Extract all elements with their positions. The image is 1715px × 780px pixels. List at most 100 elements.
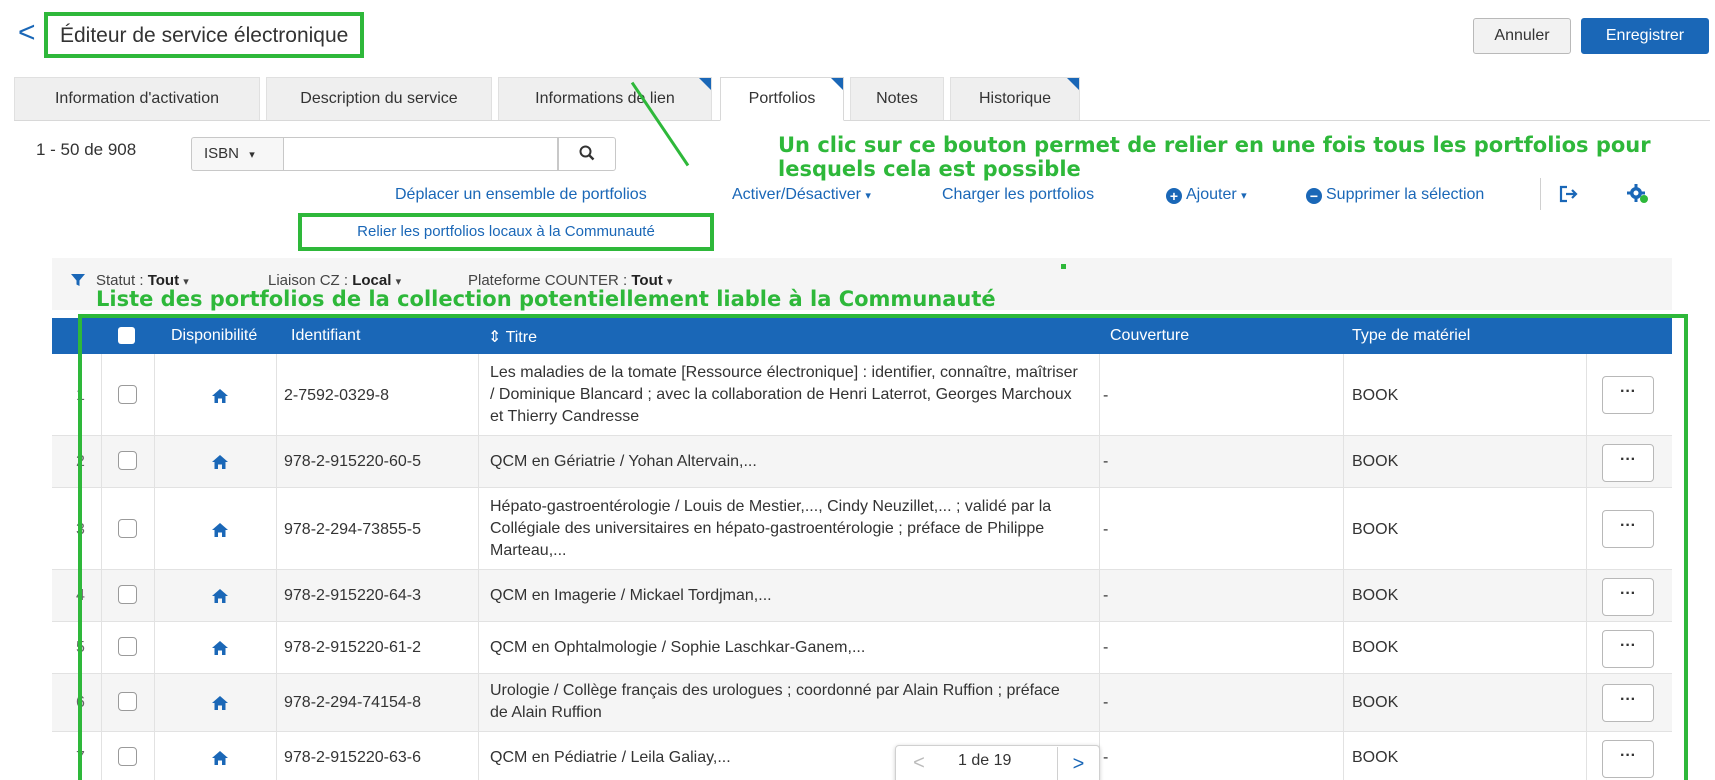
minus-circle-icon: − [1306,188,1322,204]
table-row[interactable]: 7 978-2-915220-63-6 QCM en Pédiatrie / L… [52,732,1672,780]
save-button[interactable]: Enregistrer [1581,18,1709,54]
row-identifier: 978-2-294-73855-5 [284,521,421,538]
result-count: 1 - 50 de 908 [36,140,137,159]
col-identifier[interactable]: Identifiant [291,327,360,345]
tab-notes[interactable]: Notes [850,77,944,120]
row-checkbox[interactable] [118,692,137,711]
col-availability[interactable]: Disponibilité [171,327,257,345]
row-title[interactable]: Les maladies de la tomate [Ressource éle… [490,362,1080,428]
export-icon[interactable] [1558,184,1580,208]
tab-activation[interactable]: Information d'activation [14,77,260,120]
row-number: 7 [76,749,85,766]
row-number: 2 [76,453,85,470]
chevron-down-icon: ▾ [249,149,255,161]
row-identifier: 978-2-294-74154-8 [284,694,421,711]
page-title: Éditeur de service électronique [44,12,365,58]
row-actions-button[interactable]: ··· [1602,684,1654,722]
row-checkbox[interactable] [118,637,137,656]
tab-description[interactable]: Description du service [266,77,492,120]
delete-selection-link[interactable]: − Supprimer la sélection [1306,186,1484,204]
row-material-type: BOOK [1352,587,1399,604]
toolbar-divider [1540,178,1541,210]
select-all-checkbox[interactable] [118,327,135,344]
row-checkbox[interactable] [118,519,137,538]
row-checkbox[interactable] [118,451,137,470]
row-number: 5 [76,639,85,656]
tab-label: Notes [876,90,918,107]
note-corner-icon [1067,78,1079,90]
row-identifier: 2-7592-0329-8 [284,387,389,404]
search-button[interactable] [558,137,616,171]
move-portfolios-link[interactable]: Déplacer un ensemble de portfolios [395,186,647,204]
prev-page-icon[interactable]: < [897,752,941,775]
row-identifier: 978-2-915220-63-6 [284,749,421,766]
row-title[interactable]: QCM en Ophtalmologie / Sophie Laschkar-G… [490,637,1080,659]
add-menu[interactable]: + Ajouter ▾ [1166,186,1247,204]
row-title[interactable]: QCM en Imagerie / Mickael Tordjman,... [490,585,1080,607]
table-row[interactable]: 5 978-2-915220-61-2 QCM en Ophtalmologie… [52,622,1672,674]
home-icon [212,523,228,537]
table-row[interactable]: 4 978-2-915220-64-3 QCM en Imagerie / Mi… [52,570,1672,622]
search-field-select[interactable]: ISBN ▾ [191,137,283,171]
back-icon[interactable]: < [18,18,40,48]
row-checkbox[interactable] [118,585,137,604]
row-number: 6 [76,694,85,711]
row-identifier: 978-2-915220-61-2 [284,639,421,656]
tab-history[interactable]: Historique [950,77,1080,120]
export-icon-svg [1559,185,1578,203]
row-coverage: - [1103,587,1109,604]
table-row[interactable]: 6 978-2-294-74154-8 Urologie / Collège f… [52,674,1672,732]
home-icon [212,389,228,403]
row-actions-button[interactable]: ··· [1602,740,1654,778]
table-row[interactable]: 3 978-2-294-73855-5 Hépato-gastroentérol… [52,488,1672,570]
settings-icon[interactable] [1626,183,1650,209]
col-coverage[interactable]: Couverture [1110,327,1189,345]
row-checkbox[interactable] [118,747,137,766]
row-coverage: - [1103,521,1109,538]
row-title[interactable]: Hépato-gastroentérologie / Louis de Mest… [490,496,1080,562]
column-divider [1099,354,1100,780]
col-material-type[interactable]: Type de matériel [1352,327,1470,345]
search-input[interactable] [283,137,558,171]
table-row[interactable]: 1 2-7592-0329-8 Les maladies de la tomat… [52,354,1672,436]
note-corner-icon [831,78,843,90]
row-title[interactable]: QCM en Gériatrie / Yohan Altervain,... [490,451,1080,473]
chevron-down-icon: ▾ [1241,190,1247,202]
filter-icon[interactable] [70,272,86,292]
row-actions-button[interactable]: ··· [1602,510,1654,548]
tab-label: Portfolios [748,90,816,107]
delete-label: Supprimer la sélection [1326,186,1485,203]
column-divider [478,354,479,780]
row-actions-button[interactable]: ··· [1602,444,1654,482]
activate-label: Activer/Désactiver [732,186,861,203]
plus-circle-icon: + [1166,188,1182,204]
col-title-label: Titre [505,329,537,346]
load-portfolios-link[interactable]: Charger les portfolios [942,186,1094,204]
row-number: 1 [76,387,85,404]
row-coverage: - [1103,387,1109,404]
link-to-community-button[interactable]: Relier les portfolios locaux à la Commun… [298,213,714,251]
col-title[interactable]: ⇕ Titre [488,327,537,347]
funnel-icon [71,274,85,286]
tab-portfolios[interactable]: Portfolios [720,77,844,121]
row-actions-button[interactable]: ··· [1602,376,1654,414]
sort-icon: ⇕ [488,329,506,346]
next-page-icon[interactable]: > [1057,747,1099,780]
table-row[interactable]: 2 978-2-915220-60-5 QCM en Gériatrie / Y… [52,436,1672,488]
tab-label: Description du service [300,90,458,107]
row-checkbox[interactable] [118,385,137,404]
activate-toggle-menu[interactable]: Activer/Désactiver ▾ [732,186,871,204]
page-indicator: 1 de 19 [958,752,1012,769]
row-coverage: - [1103,694,1109,711]
row-title[interactable]: Urologie / Collège français des urologue… [490,680,1080,724]
tab-link-info[interactable]: Informations de lien [498,77,712,120]
row-material-type: BOOK [1352,639,1399,656]
column-divider [154,354,155,780]
column-divider [1586,354,1587,780]
annotation-dot [1061,264,1066,269]
row-actions-button[interactable]: ··· [1602,630,1654,668]
row-actions-button[interactable]: ··· [1602,578,1654,616]
cancel-button[interactable]: Annuler [1473,18,1571,54]
row-coverage: - [1103,453,1109,470]
gear-icon [1627,184,1648,203]
